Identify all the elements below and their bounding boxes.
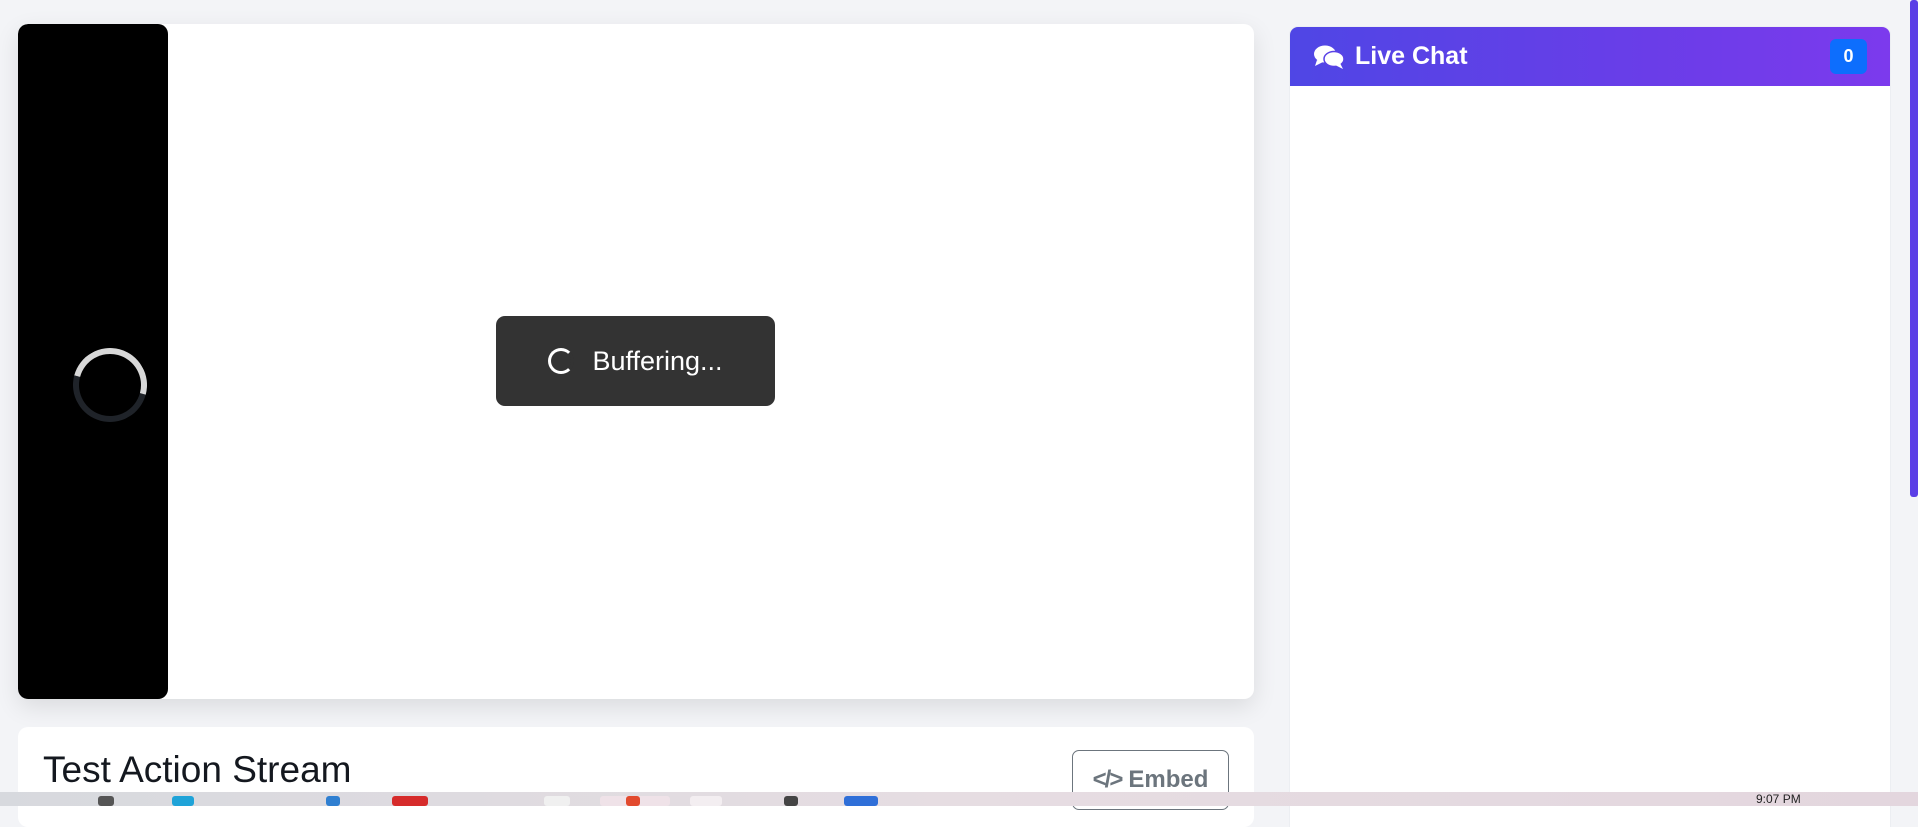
taskbar-clock[interactable]: 9:07 PM — [1756, 792, 1801, 806]
taskbar-app-icon[interactable] — [98, 796, 114, 806]
taskbar-app-icon[interactable] — [172, 796, 194, 806]
taskbar: 9:07 PM — [0, 792, 1918, 806]
live-chat-panel: Live Chat 0 — [1290, 27, 1890, 827]
chat-title: Live Chat — [1355, 42, 1468, 70]
loading-spinner-icon — [59, 334, 161, 436]
comments-icon — [1314, 45, 1345, 69]
buffering-spinner-icon — [548, 348, 575, 374]
embed-label: Embed — [1128, 766, 1209, 793]
video-player[interactable]: Buffering... — [18, 24, 1254, 699]
taskbar-app-icon[interactable] — [392, 796, 428, 806]
taskbar-app-icon[interactable] — [784, 796, 798, 806]
taskbar-app-icon[interactable] — [844, 796, 878, 806]
code-icon: </> — [1092, 766, 1124, 793]
chat-messages-area[interactable] — [1290, 86, 1890, 826]
stream-title: Test Action Stream — [43, 749, 352, 790]
taskbar-app-icon[interactable] — [544, 796, 570, 806]
video-frame[interactable] — [18, 24, 168, 699]
taskbar-app-icon[interactable] — [690, 796, 722, 806]
buffering-text: Buffering... — [592, 345, 723, 376]
taskbar-app-icon[interactable] — [326, 796, 340, 806]
stream-info-card: Test Action Stream </> Embed — [18, 727, 1254, 827]
page-scrollbar[interactable] — [1910, 0, 1918, 497]
buffering-overlay: Buffering... — [496, 316, 775, 406]
chat-header: Live Chat 0 — [1290, 27, 1890, 86]
taskbar-app-icon[interactable] — [626, 796, 640, 806]
chat-count-badge: 0 — [1830, 39, 1867, 74]
